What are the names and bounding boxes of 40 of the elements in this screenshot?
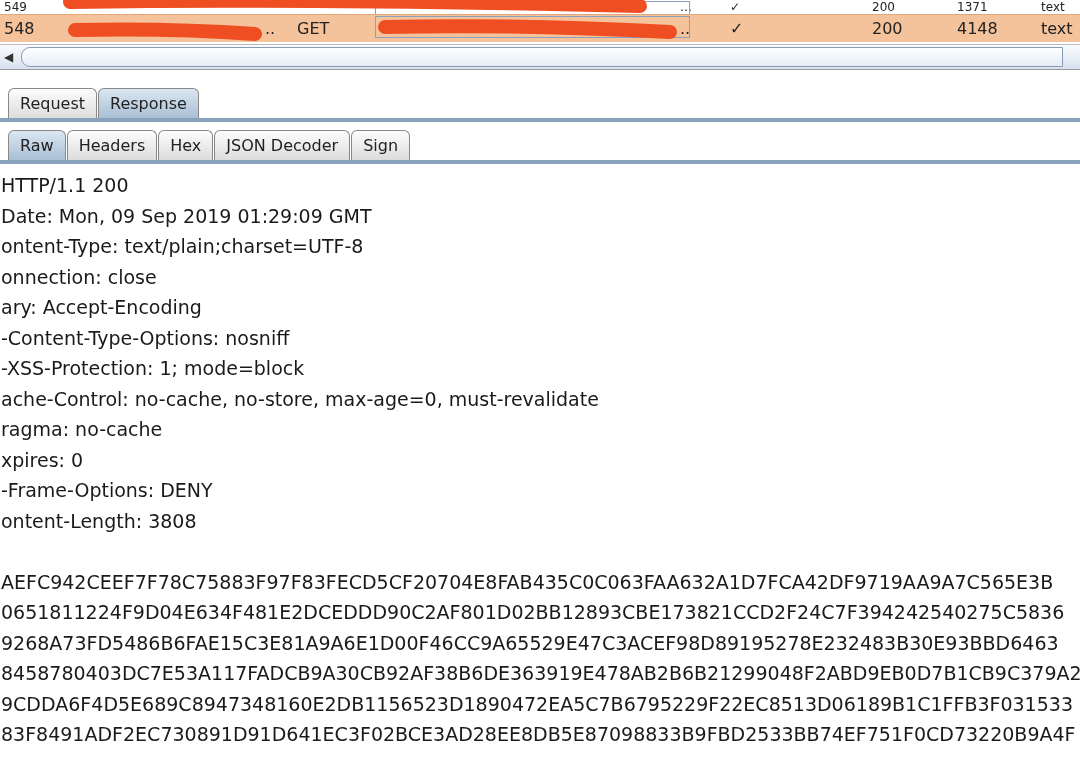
table-cell: 548 bbox=[4, 19, 35, 38]
table-cell: .. bbox=[265, 19, 276, 38]
response-line: ary: Accept-Encoding bbox=[0, 295, 203, 320]
table-cell: ✓ bbox=[730, 1, 741, 13]
table-cell: 200 bbox=[872, 1, 895, 13]
response-line: 83F8491ADF2EC730891D91D641EC3F02BCE3AD28EE8DB5E87098833B9FBD2533BB74EF751F0CD73220B9A4F bbox=[0, 722, 1077, 747]
table-cell: 1371 bbox=[957, 1, 988, 13]
table-cell: .. bbox=[680, 19, 691, 38]
response-line: ragma: no-cache bbox=[0, 417, 164, 442]
table-cell: text bbox=[1041, 19, 1073, 38]
table-cell: GET bbox=[297, 19, 330, 38]
tab[interactable]: Raw bbox=[8, 130, 66, 160]
scrollbar-thumb[interactable] bbox=[21, 47, 1064, 67]
tab[interactable]: JSON Decoder bbox=[214, 130, 351, 160]
tab[interactable]: Sign bbox=[351, 130, 411, 160]
scroll-left-arrow[interactable]: ◀ bbox=[0, 50, 18, 64]
response-line: Date: Mon, 09 Sep 2019 01:29:09 GMT bbox=[0, 203, 373, 229]
response-line: ontent-Type: text/plain;charset=UTF-8 bbox=[0, 234, 365, 259]
response-line: ontent-Length: 3808 bbox=[0, 508, 198, 534]
table-cell: ✓ bbox=[730, 19, 744, 38]
response-line: AEFC942CEEF7F78C75883F97F83FECD5CF20704E8FAB435C0C063FAA632A1D7FCA42DF9719AA9A7C565E3B bbox=[0, 569, 1055, 595]
tab[interactable]: Hex bbox=[158, 130, 214, 160]
table-cell: 200 bbox=[872, 19, 903, 38]
response-line: 9CDDA6F4D5E689C8947348160E2DB1156523D1890472EA5C7B6795229F22EC8513D06189B1C1FFB3F031533 bbox=[0, 691, 1074, 717]
response-line: onnection: close bbox=[0, 264, 158, 290]
response-line: xpires: 0 bbox=[0, 447, 85, 473]
response-line: -XSS-Protection: 1; mode=block bbox=[0, 356, 306, 381]
tab[interactable]: Response bbox=[98, 88, 199, 118]
response-line: 0651811224F9D04E634F481E2DCEDDD90C2AF801D02BB12893CBE173821CCD2F24C7F394242540275C5836 bbox=[0, 600, 1066, 625]
response-line: 9268A73FD5486B6FAE15C3E81A9A6E1D00F46CC9A65529E47C3ACEF98D89195278E232483B30E93BBD6463 bbox=[0, 630, 1060, 656]
tab[interactable]: Headers bbox=[66, 130, 158, 160]
response-line: ache-Control: no-cache, no-store, max-age=0, must-revalidate bbox=[0, 386, 600, 412]
table-cell: 4148 bbox=[957, 19, 998, 38]
table-cell: 549 bbox=[4, 1, 27, 13]
response-line: 8458780403DC7E53A117FADCB9A30CB92AF38B6DE363919E478AB2B6B21299048F2ABD9EB0D7B1CB9C379A2 bbox=[0, 661, 1080, 686]
table-cell: text bbox=[1041, 1, 1065, 13]
response-line: -Frame-Options: DENY bbox=[0, 478, 214, 503]
response-line: HTTP/1.1 200 bbox=[0, 173, 130, 198]
tab[interactable]: Request bbox=[8, 88, 97, 118]
response-line: -Content-Type-Options: nosniff bbox=[0, 325, 291, 351]
